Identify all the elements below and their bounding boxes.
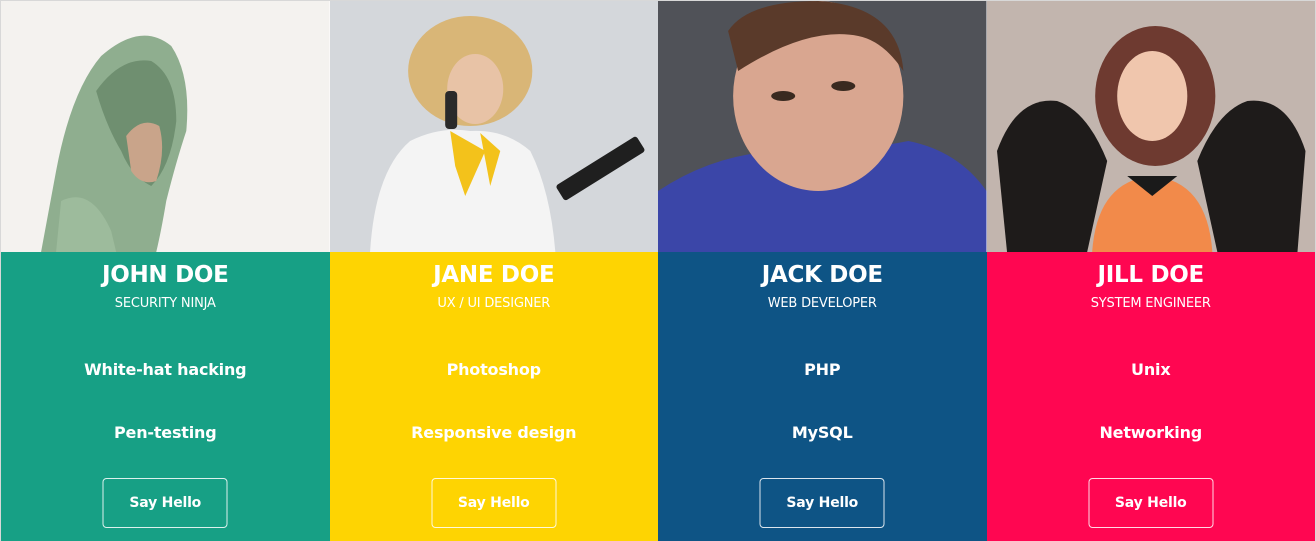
member-role: SYSTEM ENGINEER xyxy=(1090,296,1211,311)
member-photo xyxy=(658,1,987,252)
member-skill: MySQL xyxy=(791,423,853,442)
woman-with-hat-image xyxy=(986,1,1315,252)
say-hello-button[interactable]: Say Hello xyxy=(431,478,557,528)
say-hello-button[interactable]: Say Hello xyxy=(1088,478,1214,528)
member-skill: Pen-testing xyxy=(114,423,217,442)
member-skill: Photoshop xyxy=(446,360,542,379)
member-role: SECURITY NINJA xyxy=(114,296,216,311)
member-skill: Unix xyxy=(1131,360,1171,379)
member-skill: Responsive design xyxy=(411,423,577,442)
team-grid: JOHN DOE SECURITY NINJA White-hat hackin… xyxy=(0,0,1316,541)
team-card-john: JOHN DOE SECURITY NINJA White-hat hackin… xyxy=(1,1,330,541)
member-info: JANE DOE UX / UI DESIGNER Photoshop Resp… xyxy=(329,252,658,541)
member-skill: Networking xyxy=(1099,423,1203,442)
member-skill: PHP xyxy=(804,360,841,379)
member-photo xyxy=(986,1,1315,252)
say-hello-button[interactable]: Say Hello xyxy=(102,478,228,528)
member-role: UX / UI DESIGNER xyxy=(437,296,551,311)
member-info: JOHN DOE SECURITY NINJA White-hat hackin… xyxy=(1,252,330,541)
member-name: JACK DOE xyxy=(761,262,883,288)
young-man-image xyxy=(658,1,987,252)
member-info: JACK DOE WEB DEVELOPER PHP MySQL Say Hel… xyxy=(658,252,987,541)
member-name: JILL DOE xyxy=(1097,262,1205,288)
say-hello-button[interactable]: Say Hello xyxy=(759,478,885,528)
member-skill: White-hat hacking xyxy=(84,360,247,379)
member-info: JILL DOE SYSTEM ENGINEER Unix Networking… xyxy=(986,252,1315,541)
woman-with-tablet-image xyxy=(329,1,658,252)
hooded-person-image xyxy=(1,1,330,252)
member-role: WEB DEVELOPER xyxy=(767,296,877,311)
team-card-jill: JILL DOE SYSTEM ENGINEER Unix Networking… xyxy=(986,1,1315,541)
team-card-jack: JACK DOE WEB DEVELOPER PHP MySQL Say Hel… xyxy=(658,1,987,541)
member-photo xyxy=(329,1,658,252)
member-name: JANE DOE xyxy=(433,262,555,288)
member-name: JOHN DOE xyxy=(101,262,229,288)
team-card-jane: JANE DOE UX / UI DESIGNER Photoshop Resp… xyxy=(329,1,658,541)
member-photo xyxy=(1,1,330,252)
